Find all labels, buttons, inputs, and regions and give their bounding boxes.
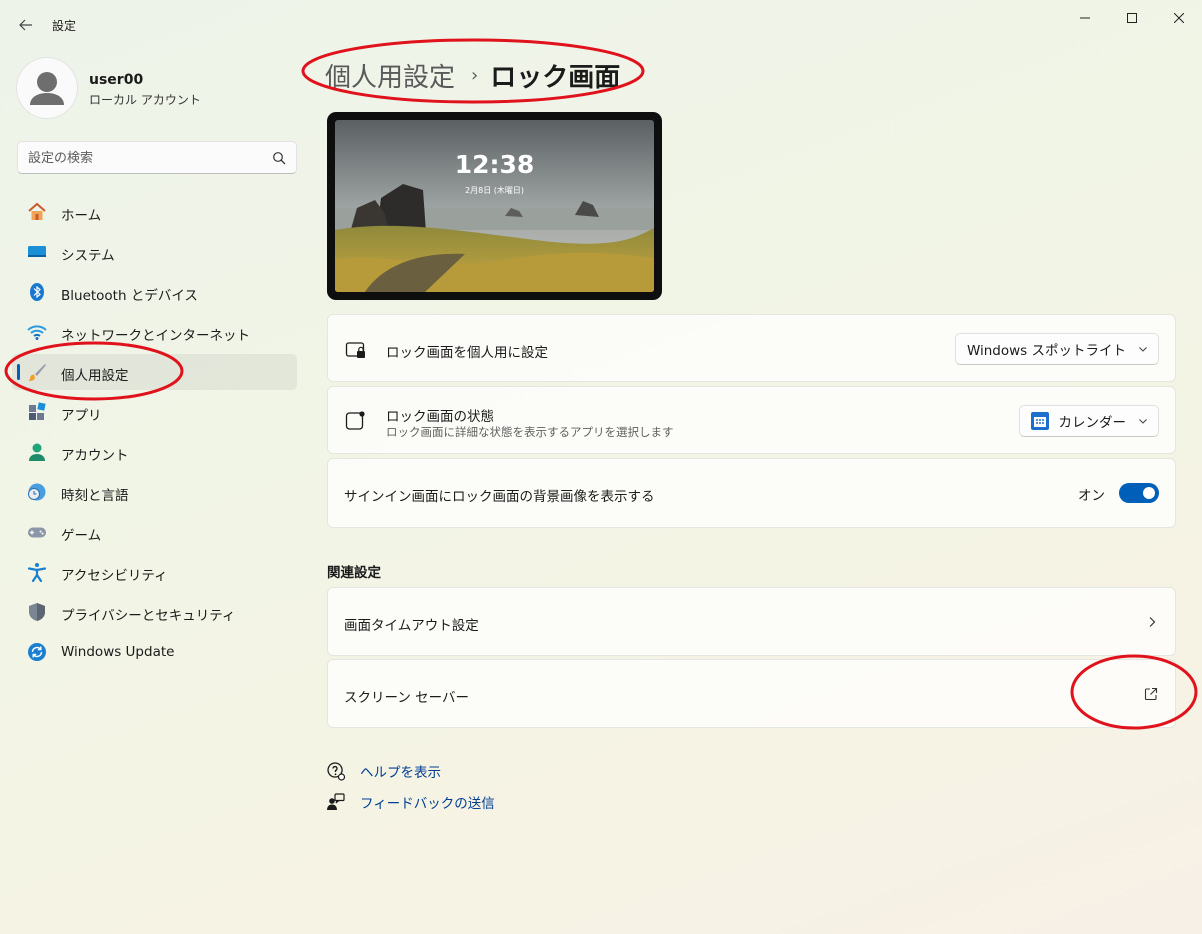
account-type: ローカル アカウント (89, 93, 201, 107)
shield-icon (29, 603, 45, 621)
feedback-link-text[interactable]: フィードバックの送信 (360, 792, 495, 812)
feedback-icon (327, 793, 345, 810)
selection-indicator (17, 364, 20, 380)
calendar-icon (1030, 412, 1049, 430)
help-link[interactable]: ヘルプを表示 (326, 761, 441, 781)
related-settings-heading: 関連設定 (327, 565, 381, 581)
sidebar-item-privacy[interactable]: プライバシーとセキュリティ (12, 594, 297, 630)
close-button[interactable] (1156, 4, 1202, 32)
sidebar-item-gaming[interactable]: ゲーム (12, 514, 297, 550)
system-icon (28, 246, 46, 257)
screen-saver-card[interactable]: スクリーン セーバー (327, 659, 1176, 728)
dropdown-value: カレンダー (1058, 415, 1127, 431)
signin-background-card: サインイン画面にロック画面の背景画像を表示する オン (327, 458, 1176, 528)
sidebar-item-network[interactable]: ネットワークとインターネット (12, 314, 297, 350)
sidebar-item-label: アカウント (61, 448, 129, 464)
apps-icon (29, 402, 46, 420)
breadcrumb-separator: › (471, 65, 479, 86)
lock-screen-status-card[interactable]: ロック画面の状態 ロック画面に詳細な状態を表示するアプリを選択します カレンダー (327, 386, 1176, 454)
search-input[interactable] (28, 148, 258, 168)
search-box[interactable] (17, 141, 297, 174)
sidebar-item-label: ホーム (61, 208, 102, 224)
bluetooth-icon (30, 283, 44, 301)
toggle-knob (1143, 487, 1155, 499)
minimize-icon (1080, 17, 1090, 19)
sidebar-item-windows-update[interactable]: Windows Update (12, 634, 297, 670)
sidebar-item-label: Bluetooth とデバイス (61, 288, 198, 304)
screen-timeout-card[interactable]: 画面タイムアウト設定 (327, 587, 1176, 656)
preview-clock: 12:38 (454, 150, 535, 179)
lock-screen-icon (345, 342, 365, 358)
page-title: ロック画面 (490, 63, 621, 93)
maximize-button[interactable] (1109, 4, 1155, 32)
gamepad-icon (28, 527, 46, 538)
personalize-lock-screen-title: ロック画面を個人用に設定 (386, 345, 548, 361)
sidebar-item-label: ゲーム (61, 528, 102, 544)
back-arrow-icon (19, 19, 32, 31)
screen-saver-label: スクリーン セーバー (344, 690, 469, 706)
sidebar-nav: ホーム システム Bluetooth とデバイス ネットワークとインターネット … (12, 194, 297, 674)
sidebar-item-apps[interactable]: アプリ (12, 394, 297, 430)
screen-timeout-label: 画面タイムアウト設定 (344, 618, 479, 634)
sidebar-item-system[interactable]: システム (12, 234, 297, 270)
signin-background-title: サインイン画面にロック画面の背景画像を表示する (344, 489, 655, 505)
sidebar-item-label: アプリ (61, 408, 102, 424)
sidebar-item-label: ネットワークとインターネット (61, 328, 250, 344)
sidebar-item-personalization[interactable]: 個人用設定 (12, 354, 297, 390)
chevron-down-icon (1139, 419, 1147, 424)
lock-screen-background-dropdown[interactable]: Windows スポットライト (954, 333, 1159, 365)
clock-globe-icon (28, 483, 46, 501)
back-button[interactable] (12, 12, 40, 38)
sidebar-item-accessibility[interactable]: アクセシビリティ (12, 554, 297, 590)
sidebar-item-accounts[interactable]: アカウント (12, 434, 297, 470)
sidebar-item-label: プライバシーとセキュリティ (61, 608, 236, 624)
avatar[interactable] (17, 58, 77, 118)
home-icon (28, 202, 46, 220)
close-icon (1174, 13, 1184, 23)
lock-screen-status-title: ロック画面の状態 (386, 409, 494, 425)
lock-screen-preview: 12:38 2月8日 (木曜日) (327, 112, 662, 300)
account-icon (29, 443, 45, 461)
wifi-icon (27, 325, 47, 340)
breadcrumb-parent[interactable]: 個人用設定 (325, 57, 455, 94)
help-icon (327, 762, 346, 781)
sidebar-item-label: 時刻と言語 (61, 488, 129, 504)
chevron-right-icon (1149, 617, 1156, 627)
toggle-state-label: オン (1078, 488, 1105, 504)
maximize-icon (1127, 13, 1137, 23)
help-link-text[interactable]: ヘルプを表示 (360, 761, 441, 781)
breadcrumb: 個人用設定 › ロック画面 (325, 57, 620, 94)
feedback-link[interactable]: フィードバックの送信 (326, 792, 495, 812)
user-name: user00 (89, 72, 144, 88)
preview-wallpaper: 12:38 2月8日 (木曜日) (335, 120, 654, 292)
personalize-lock-screen-card[interactable]: ロック画面を個人用に設定 Windows スポットライト (327, 314, 1176, 382)
sidebar-item-label: 個人用設定 (61, 368, 129, 384)
sidebar-item-time-language[interactable]: 時刻と言語 (12, 474, 297, 510)
search-icon[interactable] (272, 151, 286, 165)
title-bar: 設定 (0, 0, 1202, 48)
brush-icon (28, 364, 46, 381)
landscape-image (335, 120, 654, 292)
status-icon (345, 411, 365, 430)
minimize-button[interactable] (1062, 4, 1108, 32)
user-silhouette-icon (30, 72, 64, 105)
sidebar-item-bluetooth[interactable]: Bluetooth とデバイス (12, 274, 297, 310)
chevron-down-icon (1139, 347, 1147, 352)
sidebar-item-label: Windows Update (61, 644, 175, 660)
preview-date: 2月8日 (木曜日) (465, 186, 524, 195)
sidebar-item-label: システム (61, 248, 115, 264)
accessibility-icon (27, 563, 47, 582)
lock-screen-status-subtitle: ロック画面に詳細な状態を表示するアプリを選択します (386, 425, 674, 439)
dropdown-value: Windows スポットライト (966, 343, 1126, 359)
signin-background-toggle[interactable] (1119, 483, 1159, 503)
lock-screen-status-dropdown[interactable]: カレンダー (1018, 405, 1159, 437)
sidebar-item-home[interactable]: ホーム (12, 194, 297, 230)
update-icon (28, 643, 46, 661)
sidebar-item-label: アクセシビリティ (61, 568, 168, 584)
app-title: 設定 (52, 19, 77, 33)
external-link-icon (1144, 687, 1158, 701)
